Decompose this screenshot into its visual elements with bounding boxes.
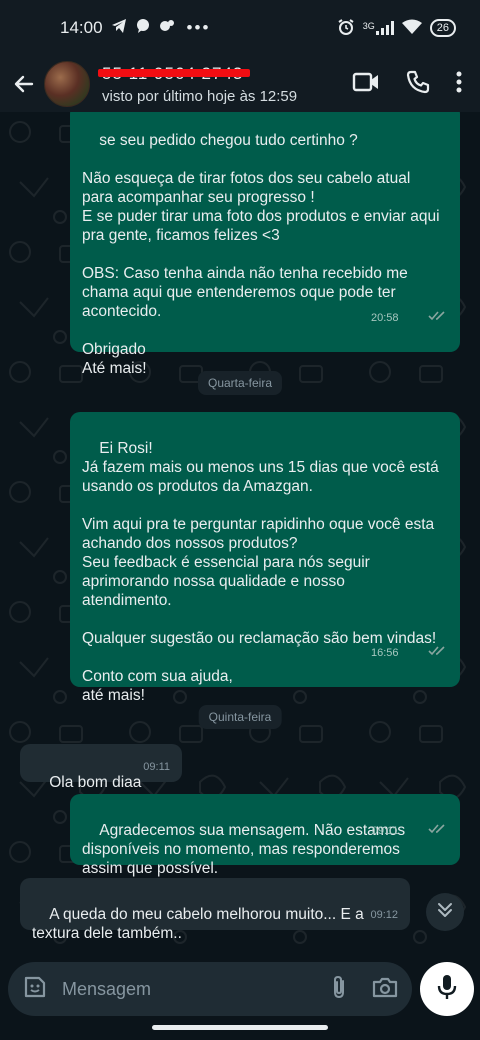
avatar[interactable] (44, 61, 90, 107)
message-bubble-outgoing[interactable]: se seu pedido chegou tudo certinho ? Não… (70, 112, 460, 377)
message-meta: 16:56 (371, 625, 448, 682)
attach-icon[interactable] (330, 974, 348, 1005)
read-ticks-icon (404, 625, 448, 682)
back-arrow-icon[interactable] (10, 70, 38, 98)
sticker-icon[interactable] (22, 974, 48, 1005)
message-time: 16:56 (371, 647, 399, 659)
message-bubble-outgoing[interactable]: Agradecemos sua mensagem. Não estamos di… (70, 794, 460, 877)
message-meta: 09:11 (143, 758, 170, 777)
last-seen: visto por último hoje às 12:59 (102, 87, 298, 105)
message-text: Ola bom diaa (49, 774, 142, 791)
camera-icon[interactable] (372, 976, 398, 1003)
message-time: 09:11 (143, 761, 170, 773)
contact-name: 55 11 9564 2743 (98, 64, 352, 84)
message-input[interactable]: Mensagem (8, 962, 412, 1016)
message-placeholder: Mensagem (62, 978, 152, 999)
chat-bubble-icon (135, 18, 151, 39)
header-actions (352, 70, 462, 99)
wifi-icon (401, 19, 422, 38)
redaction-bar (98, 68, 250, 77)
battery-indicator: 26 (429, 19, 456, 37)
home-indicator[interactable] (152, 1025, 328, 1030)
message-meta: 20:58 (371, 290, 448, 347)
mic-icon (436, 973, 458, 1006)
voice-message-button[interactable] (420, 962, 474, 1016)
alarm-icon (337, 18, 355, 39)
status-right: 3G 26 (337, 18, 456, 39)
read-ticks-icon (404, 290, 448, 347)
message-time: 09:11 (371, 825, 399, 837)
chat-header: 55 11 9564 2743 visto por último hoje às… (0, 56, 480, 112)
message-meta: 09:11 (372, 803, 448, 860)
scroll-down-button[interactable] (426, 893, 464, 931)
date-divider: Quarta-feira (197, 371, 283, 395)
signal-icon: 3G (363, 21, 394, 35)
status-left: 14:00 ••• (60, 18, 210, 39)
notification-icon (159, 18, 175, 39)
contact-info[interactable]: 55 11 9564 2743 visto por último hoje às… (98, 64, 352, 105)
message-bubble-incoming[interactable]: A queda do meu cabelo melhorou muito... … (20, 878, 410, 942)
status-bar: 14:00 ••• 3G 26 (0, 0, 480, 56)
message-bubble-incoming[interactable]: Ola bom diaa 09:11 (20, 744, 182, 791)
telegram-icon (111, 18, 127, 39)
message-time: 09:12 (370, 909, 398, 921)
network-type: 3G (362, 21, 375, 31)
scroll-down-icon (436, 901, 454, 924)
more-options-icon[interactable] (456, 71, 462, 98)
date-divider: Quinta-feira (198, 705, 282, 729)
message-time: 20:58 (371, 312, 399, 324)
more-notifications-icon: ••• (186, 18, 211, 37)
status-time: 14:00 (60, 18, 103, 37)
read-ticks-icon (404, 803, 448, 860)
video-call-icon[interactable] (352, 71, 380, 98)
phone-icon[interactable] (406, 70, 430, 99)
message-bubble-outgoing[interactable]: Ei Rosi! Já fazem mais ou menos uns 15 d… (70, 412, 460, 704)
chat-area[interactable]: se seu pedido chegou tudo certinho ? Não… (0, 112, 480, 960)
message-meta: 09:12 (370, 906, 398, 925)
